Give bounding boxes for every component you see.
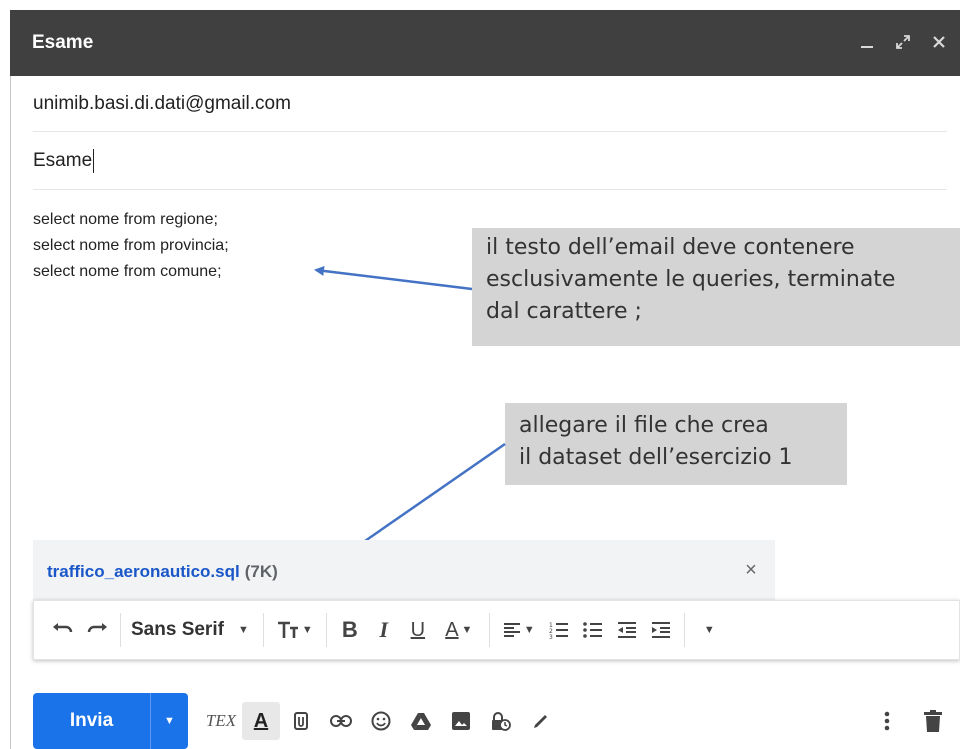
- schedule-send-button[interactable]: ▼: [150, 693, 188, 749]
- signature-icon[interactable]: [522, 702, 560, 740]
- annotation-note-body: il testo dell’email deve contenere esclu…: [472, 228, 960, 346]
- confidential-mode-icon[interactable]: [482, 702, 520, 740]
- drive-icon[interactable]: [402, 702, 440, 740]
- minimize-icon[interactable]: [856, 30, 878, 54]
- close-icon[interactable]: [928, 30, 950, 54]
- italic-icon[interactable]: I: [367, 612, 401, 648]
- svg-text:3: 3: [549, 634, 553, 639]
- annotation-note-attachment: allegare il file che crea il dataset del…: [505, 403, 847, 485]
- attachment-name[interactable]: traffico_aeronautico.sql: [47, 562, 240, 582]
- photo-icon[interactable]: [442, 702, 480, 740]
- window-controls: [856, 30, 950, 54]
- text-cursor: [93, 148, 95, 173]
- chevron-down-icon: ▼: [523, 624, 535, 636]
- more-options-icon[interactable]: [868, 702, 906, 740]
- compose-bottom-bar: Invia ▼ TEX A: [33, 693, 960, 749]
- chevron-down-icon: ▼: [461, 624, 473, 636]
- link-icon[interactable]: [322, 702, 360, 740]
- note-line: il dataset dell’esercizio 1: [519, 445, 793, 470]
- subject-field[interactable]: Esame: [33, 132, 947, 190]
- toolbar-divider: [683, 613, 685, 647]
- align-icon[interactable]: ▼: [496, 612, 542, 648]
- attach-icon[interactable]: [282, 702, 320, 740]
- font-family-select[interactable]: Sans Serif ▼: [127, 612, 257, 648]
- indent-more-icon[interactable]: [644, 612, 678, 648]
- to-value: unimib.basi.di.dati@gmail.com: [33, 93, 291, 114]
- indent-less-icon[interactable]: [610, 612, 644, 648]
- redo-icon[interactable]: [80, 612, 114, 648]
- message-body[interactable]: select nome from regione; select nome fr…: [33, 207, 229, 285]
- delete-icon[interactable]: [914, 702, 952, 740]
- chevron-down-icon: ▼: [237, 624, 249, 636]
- chevron-down-icon: ▼: [703, 624, 715, 636]
- text-color-icon[interactable]: A ▼: [435, 612, 483, 648]
- toolbar-divider: [262, 613, 264, 647]
- emoji-icon[interactable]: [362, 702, 400, 740]
- compose-titlebar[interactable]: Esame: [10, 10, 960, 76]
- bulleted-list-icon[interactable]: [576, 612, 610, 648]
- formatting-options-icon[interactable]: A: [242, 702, 280, 740]
- chevron-down-icon: ▼: [164, 715, 175, 727]
- bold-icon[interactable]: B: [333, 612, 367, 648]
- font-size-icon[interactable]: ▼: [270, 612, 320, 648]
- attachment-chip[interactable]: traffico_aeronautico.sql (7K) ×: [33, 540, 775, 604]
- font-family-value: Sans Serif: [131, 619, 224, 640]
- bottom-right-actions: [868, 702, 952, 740]
- body-line: select nome from provincia;: [33, 237, 229, 254]
- numbered-list-icon[interactable]: 123: [542, 612, 576, 648]
- formatting-toolbar: Sans Serif ▼ ▼ B I U A ▼ ▼ 123 ▼: [33, 600, 960, 660]
- body-line: select nome from regione;: [33, 211, 218, 228]
- more-formatting-icon[interactable]: ▼: [691, 612, 725, 648]
- to-field[interactable]: unimib.basi.di.dati@gmail.com: [33, 76, 947, 132]
- remove-attachment-icon[interactable]: ×: [739, 558, 763, 582]
- note-line: esclusivamente le queries, terminate: [486, 267, 896, 292]
- chevron-down-icon: ▼: [301, 624, 313, 636]
- toolbar-divider: [120, 613, 121, 647]
- attachment-size: (7K): [244, 562, 278, 581]
- note-line: il testo dell’email deve contenere: [486, 235, 855, 260]
- compose-title: Esame: [32, 32, 94, 53]
- toolbar-divider: [488, 613, 490, 647]
- body-line: select nome from comune;: [33, 263, 222, 280]
- toolbar-divider: [325, 613, 327, 647]
- expand-icon[interactable]: [892, 30, 914, 54]
- bottom-icon-group: TEX A: [202, 702, 560, 740]
- undo-icon[interactable]: [46, 612, 80, 648]
- format-toggle-glyph: A: [253, 709, 269, 732]
- note-line: dal carattere ;: [486, 299, 642, 324]
- text-color-glyph: A: [445, 618, 459, 641]
- send-button[interactable]: Invia: [33, 693, 150, 749]
- note-line: allegare il file che crea: [519, 413, 769, 438]
- underline-icon[interactable]: U: [401, 612, 435, 648]
- latex-icon[interactable]: TEX: [202, 702, 240, 740]
- subject-value: Esame: [33, 150, 93, 171]
